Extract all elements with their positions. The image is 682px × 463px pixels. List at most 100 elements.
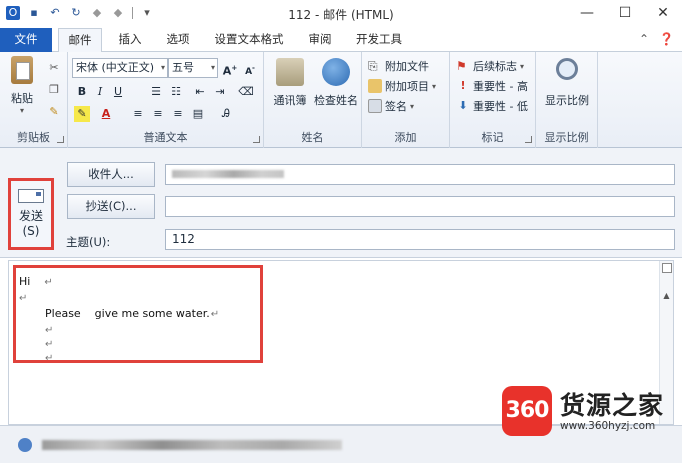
signature-button[interactable]: 签名 ▾: [368, 98, 414, 114]
subject-label: 主题(U):: [66, 235, 111, 249]
minimize-button[interactable]: —: [568, 0, 606, 26]
grow-font-icon[interactable]: A+: [222, 60, 238, 78]
body-greeting: Hi: [19, 275, 31, 288]
shrink-font-icon[interactable]: A-: [242, 60, 258, 77]
align-right-icon[interactable]: ≡: [170, 106, 186, 122]
people-pane-redacted: [42, 440, 342, 450]
signature-label: 签名: [385, 100, 407, 113]
scroll-up-icon[interactable]: ▲: [660, 291, 673, 300]
recipient-redacted: [172, 170, 284, 178]
underline-button[interactable]: U: [110, 84, 126, 100]
font-family-value: 宋体 (中文正文): [76, 61, 155, 74]
font-family-select[interactable]: 宋体 (中文正文) ▾: [72, 58, 168, 78]
numbering-icon[interactable]: ☷: [168, 84, 184, 100]
magnifier-icon: [556, 58, 578, 80]
italic-button[interactable]: I: [92, 84, 108, 100]
zoom-group: 显示比例 显示比例: [536, 52, 598, 148]
maximize-button[interactable]: ☐: [606, 0, 644, 26]
paste-label: 粘贴: [11, 92, 33, 105]
text-style-icon[interactable]: Ꭿ: [218, 106, 234, 122]
decrease-indent-icon[interactable]: ⇤: [192, 84, 208, 100]
message-header: 发送 (S) 收件人... 抄送(C)... 主题(U): 112: [0, 148, 682, 258]
copy-icon[interactable]: ❐: [46, 82, 62, 98]
attach-file-button[interactable]: ⎘ 附加文件: [368, 58, 429, 74]
watermark: 360 货源之家 www.360hyzj.com: [498, 382, 682, 442]
tab-developer[interactable]: 开发工具: [346, 28, 412, 52]
person-avatar-icon: [18, 438, 32, 452]
high-importance-button[interactable]: ! 重要性 - 高: [456, 78, 527, 94]
names-group-label: 姓名: [301, 131, 324, 144]
basic-text-launcher-icon[interactable]: [253, 136, 260, 143]
include-group: ⎘ 附加文件 附加项目 ▾ 签名 ▾ 添加: [362, 52, 450, 148]
window-controls: — ☐ ✕: [568, 0, 682, 26]
body-text: Please give me some water.: [45, 307, 210, 320]
paragraph-mark-icon: ↵: [45, 325, 54, 336]
tab-options[interactable]: 选项: [156, 28, 200, 52]
body-line-6: ↵: [45, 351, 53, 364]
to-field[interactable]: [165, 164, 675, 185]
tab-format-text[interactable]: 设置文本格式: [206, 28, 292, 52]
paragraph-mark-icon: ↵: [45, 339, 54, 350]
send-button[interactable]: 发送 (S): [8, 178, 54, 250]
paste-button[interactable]: 粘贴 ▾: [4, 56, 40, 115]
tab-message[interactable]: 邮件: [58, 28, 102, 53]
paragraph-mark-icon: ↵: [210, 309, 220, 320]
clipboard-group: 粘贴 ▾ ✂ ❐ ✎ 剪贴板: [0, 52, 68, 148]
follow-up-button[interactable]: ⚑ 后续标志 ▾: [456, 58, 524, 74]
low-importance-button[interactable]: ⬇ 重要性 - 低: [456, 98, 528, 114]
tab-file[interactable]: 文件: [0, 28, 52, 52]
basic-text-group-label: 普通文本: [143, 131, 188, 144]
watermark-logo: 360: [502, 386, 552, 436]
tab-insert[interactable]: 插入: [108, 28, 152, 52]
body-line-2: ↵: [19, 291, 27, 304]
zoom-group-label: 显示比例: [544, 131, 589, 144]
down-arrow-icon: ⬇: [458, 99, 468, 112]
increase-indent-icon[interactable]: ⇥: [212, 84, 228, 100]
paperclip-icon: ⎘: [368, 59, 378, 73]
attach-item-label: 附加项目: [385, 80, 429, 93]
ruler-toggle-icon[interactable]: [661, 263, 672, 273]
title-bar: O ▪ ↶ ↻ ◆ ◆ ▾ 112 - 邮件 (HTML) — ☐ ✕: [0, 0, 682, 28]
justify-icon[interactable]: ▤: [190, 106, 206, 122]
cc-field[interactable]: [165, 196, 675, 217]
subject-field[interactable]: 112: [165, 229, 675, 250]
exclamation-icon: !: [460, 79, 466, 92]
address-book-button[interactable]: 通讯簿: [268, 58, 312, 108]
to-button[interactable]: 收件人...: [67, 162, 155, 187]
paragraph-mark-icon: ↵: [44, 277, 53, 288]
clipboard-launcher-icon[interactable]: [57, 136, 64, 143]
include-group-label: 添加: [394, 131, 417, 144]
tab-review[interactable]: 审阅: [298, 28, 342, 52]
flag-icon: ⚑: [456, 59, 467, 73]
cut-icon[interactable]: ✂: [46, 60, 62, 76]
paste-dropdown-icon: ▾: [19, 106, 24, 115]
paragraph-mark-icon: ↵: [19, 293, 28, 304]
names-group: 通讯簿 检查姓名 姓名: [264, 52, 362, 148]
bullets-icon[interactable]: ☰: [148, 84, 164, 100]
align-center-icon[interactable]: ≡: [150, 106, 166, 122]
align-left-icon[interactable]: ≡: [130, 106, 146, 122]
clear-formatting-icon[interactable]: ⌫: [238, 84, 254, 100]
send-shortcut: (S): [22, 224, 40, 238]
font-family-dropdown-icon: ▾: [160, 63, 165, 72]
bold-button[interactable]: B: [74, 84, 90, 100]
signature-icon: [368, 99, 382, 113]
collapse-ribbon-icon[interactable]: ⌃: [639, 32, 649, 46]
font-size-select[interactable]: 五号 ▾: [168, 58, 218, 78]
font-color-icon[interactable]: A: [98, 106, 114, 122]
help-icon[interactable]: ❓: [659, 32, 674, 46]
format-painter-icon[interactable]: ✎: [46, 104, 62, 120]
close-button[interactable]: ✕: [644, 0, 682, 26]
cc-button[interactable]: 抄送(C)...: [67, 194, 155, 219]
check-names-button[interactable]: 检查姓名: [312, 58, 360, 108]
zoom-label: 显示比例: [545, 94, 589, 107]
ribbon: 粘贴 ▾ ✂ ❐ ✎ 剪贴板 宋体 (中文正文) ▾ 五号 ▾ A+ A- B I …: [0, 52, 682, 148]
attach-item-button[interactable]: 附加项目 ▾: [368, 78, 436, 94]
ribbon-tabs: 文件 邮件 插入 选项 设置文本格式 审阅 开发工具 ⌃ ❓: [0, 28, 682, 53]
zoom-button[interactable]: 显示比例: [540, 56, 594, 108]
send-label: 发送: [18, 209, 43, 223]
check-names-icon: [322, 58, 350, 86]
highlight-icon[interactable]: ✎: [74, 106, 90, 122]
tags-launcher-icon[interactable]: [525, 136, 532, 143]
send-envelope-icon: [18, 189, 44, 203]
